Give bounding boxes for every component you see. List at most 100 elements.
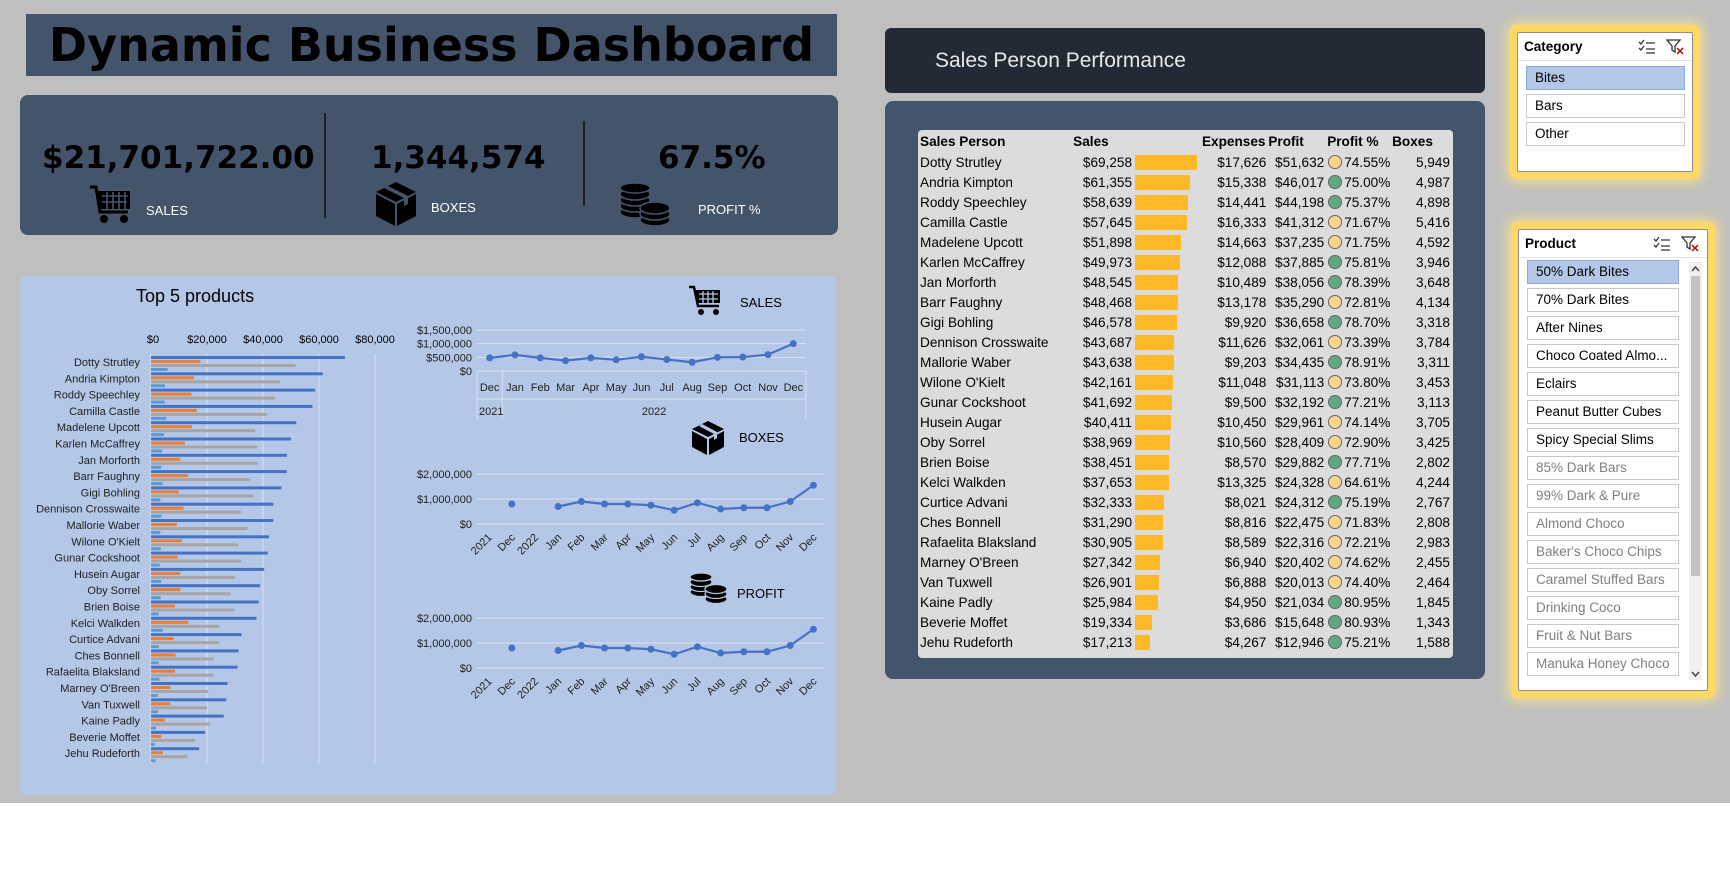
cell-boxes: 5,416 [1415,214,1450,230]
status-dot-amber-icon [1328,295,1343,309]
product-scrollbar[interactable] [1689,262,1702,680]
status-dot-amber-icon [1328,155,1343,169]
line-point [717,505,725,513]
cell-name: Gigi Bohling [920,314,994,330]
product-slicer-item[interactable]: Drinking Coco [1527,596,1679,620]
product-slicer-item[interactable]: Caramel Stuffed Bars [1527,568,1679,592]
product-slicer-item[interactable]: Spicy Special Slims [1527,428,1679,452]
product-slicer-item[interactable]: 85% Dark Bars [1527,456,1679,480]
profit-pct-value: 71.83% [1344,514,1391,530]
product-slicer-item[interactable]: 50% Dark Bites [1527,260,1679,284]
bar-series-0 [151,698,227,702]
cell-profit: $29,882 [1275,454,1325,470]
product-slicer-item[interactable]: Eclairs [1527,372,1679,396]
product-slicer-item[interactable]: Baker's Choco Chips [1527,540,1679,564]
line-series [557,484,815,512]
profit-pct-cell: 77.71% [1327,452,1392,472]
multi-select-icon[interactable] [1638,39,1656,55]
line-point [693,643,701,651]
profit-pct-cell: 75.81% [1327,252,1392,272]
y-tick-label: $0 [460,366,472,378]
product-slicer-item[interactable]: Fruit & Nut Bars [1527,624,1679,648]
sales-databar-cell [1135,492,1202,512]
status-dot-green-icon [1328,395,1343,409]
cell-profit: $24,328 [1275,474,1325,490]
col-boxes[interactable]: Boxes [1392,130,1453,152]
col-expenses[interactable]: Expenses [1202,130,1266,152]
bar-series-1 [151,686,171,689]
bar-series-3 [151,498,161,502]
x-tick-label: Dec [797,531,820,554]
line-point [740,648,748,656]
x-tick-label: Apr [613,675,634,696]
performance-panel: Sales Person Sales Expenses Profit Profi… [885,101,1485,679]
product-slicer-item[interactable]: After Nines [1527,316,1679,340]
profit-pct-cell: 74.14% [1327,412,1392,432]
x-tick-label: Jan [543,676,564,697]
cell-sales: $40,411 [1083,414,1133,430]
cell-name: Jan Morforth [920,274,997,290]
product-slicer-item[interactable]: Choco Coated Almo... [1527,344,1679,368]
cell-name: Brien Boise [920,454,990,470]
category-slicer-item[interactable]: Bars [1526,94,1685,118]
bar-series-0 [151,502,274,506]
col-profit[interactable]: Profit [1266,130,1327,152]
product-slicer-item[interactable]: 99% Dark & Pure [1527,484,1679,508]
bar-series-0 [151,535,270,539]
cell-boxes: 4,134 [1415,294,1450,310]
profit-pct-cell: 78.39% [1327,272,1392,292]
category-label: Rafaelita Blaksland [46,667,140,679]
cell-sales: $43,687 [1082,334,1133,350]
profit-pct-cell: 74.55% [1327,152,1392,172]
kpi-boxes: 1,344,574 BOXES [326,95,586,235]
table-row: Mallorie Waber $43,638 $9,203 $34,435 78.91%… [918,352,1453,372]
bar-series-3 [151,563,160,567]
x-tick-label: Sep [708,382,728,394]
x-tick-label: May [606,382,627,394]
cell-sales: $41,692 [1082,394,1133,410]
line-point [508,500,516,508]
col-profit-pct[interactable]: Profit % [1327,130,1392,152]
scroll-up-icon[interactable] [1689,263,1702,275]
bar-series-3 [151,465,162,469]
cell-sales: $49,973 [1082,254,1133,270]
profit-pct-cell: 72.81% [1327,292,1392,312]
line-point [577,498,585,505]
product-slicer-item[interactable]: Manuka Honey Choco [1527,652,1679,676]
scroll-thumb[interactable] [1691,276,1700,576]
scroll-down-icon[interactable] [1689,668,1702,680]
line-point [647,645,655,653]
bar-series-1 [151,360,201,363]
cell-expenses: $12,088 [1217,254,1267,270]
col-sales-bar [1135,130,1202,152]
category-label: Jehu Rudeforth [65,748,140,760]
multi-select-icon[interactable] [1653,236,1671,252]
sales-databar [1135,334,1175,350]
cell-profit: $36,658 [1275,314,1325,330]
cell-boxes: 1,343 [1415,614,1450,630]
cell-expenses: $9,500 [1224,394,1267,410]
cell-profit: $35,290 [1275,294,1325,310]
category-slicer-item[interactable]: Bites [1526,66,1685,90]
col-sales-person[interactable]: Sales Person [918,130,1073,152]
col-sales[interactable]: Sales [1073,130,1135,152]
sales-databar-cell [1135,272,1202,292]
status-dot-green-icon [1328,195,1343,209]
status-dot-amber-icon [1328,235,1343,249]
bar-series-0 [151,372,323,376]
bar-series-0 [151,665,238,669]
product-slicer-item[interactable]: Peanut Butter Cubes [1527,400,1679,424]
cell-profit: $34,435 [1275,354,1325,370]
profit-pct-value: 72.21% [1344,534,1391,550]
x-tick-label: Jan [543,532,564,553]
clear-filter-icon[interactable] [1666,38,1684,55]
boxes-box-icon [692,421,724,455]
clear-filter-icon[interactable] [1681,235,1699,252]
category-slicer-item[interactable]: Other [1526,122,1685,146]
bar-series-2 [151,722,210,726]
status-dot-amber-icon [1328,215,1343,229]
product-slicer-item[interactable]: Almond Choco [1527,512,1679,536]
product-slicer-item[interactable]: 70% Dark Bites [1527,288,1679,312]
x-tick-label: Mar [589,675,611,697]
table-row: Gigi Bohling $46,578 $9,920 $36,658 78.70% 3,… [918,312,1453,332]
